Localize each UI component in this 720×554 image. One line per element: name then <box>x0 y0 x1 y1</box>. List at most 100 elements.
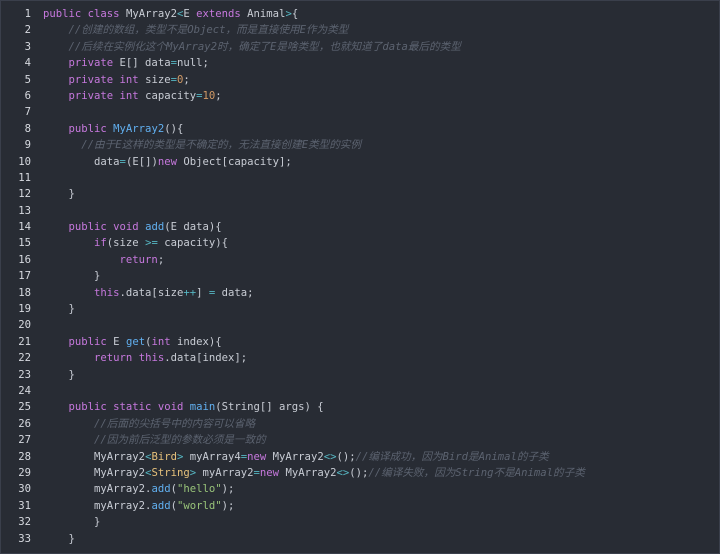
line-number: 12 <box>18 188 31 201</box>
code-text: } <box>43 268 100 284</box>
code-token: add <box>151 483 171 496</box>
code-token: (String[] args) { <box>215 401 324 414</box>
code-line[interactable]: 22 return this.data[index]; <box>1 350 719 366</box>
code-token: MyArray2 <box>113 122 165 135</box>
line-number: 30 <box>18 483 31 496</box>
line-number: 21 <box>18 335 31 348</box>
line-number: 31 <box>18 499 31 512</box>
code-line[interactable]: 29 MyArray2<String> myArray2=new MyArray… <box>1 465 719 481</box>
code-line[interactable]: 20 <box>1 317 719 333</box>
line-number: 8 <box>24 122 31 135</box>
line-number: 25 <box>18 401 31 414</box>
code-token: data <box>43 155 120 168</box>
code-text: private int capacity=10; <box>43 88 222 104</box>
code-text: public MyArray2(){ <box>43 121 184 137</box>
code-line[interactable]: 19 } <box>1 301 719 317</box>
code-token: "hello" <box>176 483 222 496</box>
line-number: 18 <box>18 286 31 299</box>
code-line[interactable]: 13 <box>1 203 719 219</box>
line-number: 3 <box>24 40 31 53</box>
code-token: data; <box>215 286 254 299</box>
code-token: > <box>176 450 190 463</box>
code-line[interactable]: 9 //由于E这样的类型是不确定的，无法直接创建E类型的实例 <box>1 137 719 153</box>
code-line[interactable]: 31 myArray2.add("world"); <box>1 498 719 514</box>
code-line[interactable]: 30 myArray2.add("hello"); <box>1 481 719 497</box>
line-number: 6 <box>24 89 31 102</box>
code-line[interactable]: 10 data=(E[])new Object[capacity]; <box>1 154 719 170</box>
code-line[interactable]: 3 //后续在实例化这个MyArray2时，确定了E是啥类型，也就知道了data… <box>1 39 719 55</box>
code-line[interactable]: 4 private E[] data=null; <box>1 55 719 71</box>
code-token: (size <box>106 237 146 250</box>
code-line[interactable]: 32 } <box>1 514 719 530</box>
code-token: MyArray2 <box>43 450 146 463</box>
code-token: main <box>189 401 216 414</box>
code-token: (E[]) <box>125 155 158 168</box>
code-line[interactable]: 33 } <box>1 531 719 547</box>
code-line[interactable]: 6 private int capacity=10; <box>1 88 719 104</box>
line-number: 27 <box>18 434 31 447</box>
code-line[interactable]: 15 if(size >= capacity){ <box>1 235 719 251</box>
code-text: public E get(int index){ <box>43 334 222 350</box>
code-line[interactable]: 27 //因为前后泛型的参数必须是一致的 <box>1 432 719 448</box>
code-token: private <box>68 73 120 86</box>
code-line[interactable]: 8 public MyArray2(){ <box>1 121 719 137</box>
code-token: int <box>119 73 146 86</box>
code-text: return; <box>43 252 165 268</box>
code-token: new <box>259 466 286 479</box>
code-line[interactable]: 18 this.data[size++] = data; <box>1 285 719 301</box>
code-token: class <box>87 8 126 20</box>
code-token: E[] data <box>119 57 171 70</box>
code-line[interactable]: 12 } <box>1 186 719 202</box>
code-line[interactable]: 26 //后面的尖括号中的内容可以省略 <box>1 416 719 432</box>
code-line[interactable]: 17 } <box>1 268 719 284</box>
code-line[interactable]: 23 } <box>1 367 719 383</box>
code-line[interactable]: 2 //创建的数组，类型不是Object，而是直接使用E作为类型 <box>1 22 719 38</box>
code-line[interactable]: 7 <box>1 104 719 120</box>
code-token: E <box>183 8 197 20</box>
code-token: > <box>189 466 203 479</box>
code-editor[interactable]: 1 public class MyArray2<E extends Animal>… <box>0 0 720 554</box>
code-token: (); <box>336 450 356 463</box>
code-token: public <box>68 221 114 234</box>
code-token: void <box>157 401 190 414</box>
code-token: //后面的尖括号中的内容可以省略 <box>94 417 256 430</box>
code-token: capacity){ <box>157 237 229 250</box>
code-token: this <box>138 352 165 365</box>
code-token: return <box>94 352 139 365</box>
code-token: <> <box>336 466 350 479</box>
code-line[interactable]: 5 private int size=0; <box>1 72 719 88</box>
code-line[interactable]: 16 return; <box>1 252 719 268</box>
code-token: MyArray2 <box>272 450 324 463</box>
code-text: //后续在实例化这个MyArray2时，确定了E是啥类型，也就知道了data最后… <box>43 39 461 55</box>
code-token: myArray2. <box>43 499 152 512</box>
code-line[interactable]: 25 public static void main(String[] args… <box>1 399 719 415</box>
code-line[interactable]: 21 public E get(int index){ <box>1 334 719 350</box>
code-token: add <box>151 499 171 512</box>
line-number: 23 <box>18 368 31 381</box>
line-number: 14 <box>18 221 31 234</box>
code-line[interactable]: 14 public void add(E data){ <box>1 219 719 235</box>
code-line[interactable]: 24 <box>1 383 719 399</box>
code-token: public <box>68 335 114 348</box>
line-number: 19 <box>18 303 31 316</box>
line-number: 15 <box>18 237 31 250</box>
code-line[interactable]: 28 MyArray2<Bird> myArray4=new MyArray2<… <box>1 449 719 465</box>
code-line[interactable]: 11 <box>1 170 719 186</box>
code-token: new <box>247 450 273 463</box>
code-line[interactable]: 1 public class MyArray2<E extends Animal>… <box>1 6 719 22</box>
code-text: //创建的数组，类型不是Object，而是直接使用E作为类型 <box>43 22 349 38</box>
code-token: get <box>125 335 146 348</box>
code-token: (E data){ <box>164 221 222 234</box>
code-token: (); <box>349 466 369 479</box>
code-token: { <box>291 8 299 20</box>
line-number: 1 <box>24 8 31 20</box>
